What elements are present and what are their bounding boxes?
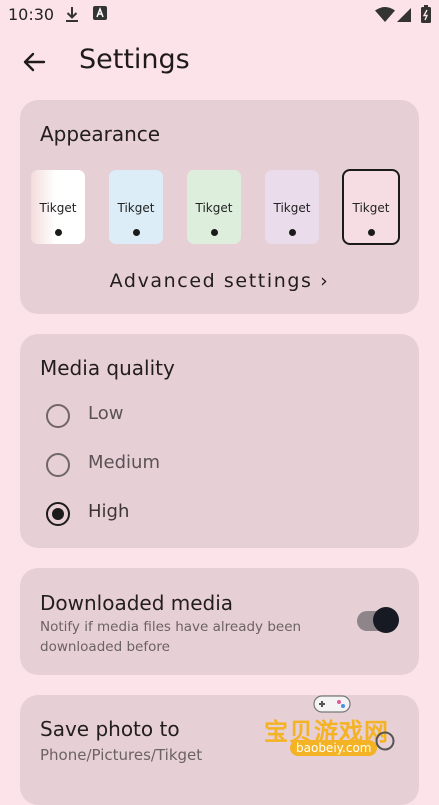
save-photo-title: Save photo to	[40, 717, 180, 741]
theme-swatch-dot	[289, 229, 296, 236]
downloaded-media-title: Downloaded media	[40, 591, 234, 615]
theme-swatch-dot	[211, 229, 218, 236]
downloaded-media-card: Downloaded media Notify if media files h…	[20, 568, 419, 675]
downloaded-media-description: Notify if media files have already been …	[40, 619, 302, 655]
theme-swatch-label: Tikget	[117, 201, 155, 215]
advanced-settings-link[interactable]: Advanced settings ›	[20, 270, 419, 292]
radio-option-low[interactable]: Low	[46, 400, 296, 434]
radio-button[interactable]	[46, 404, 70, 428]
theme-swatch-5-selected[interactable]: Tikget	[342, 169, 400, 245]
radio-label: Low	[88, 403, 124, 424]
signal-icon	[397, 8, 411, 22]
notification-icon	[93, 6, 107, 20]
theme-swatch-4[interactable]: Tikget	[265, 170, 319, 244]
radio-option-high[interactable]: High	[46, 498, 296, 532]
top-app-bar: Settings	[0, 38, 439, 86]
page-title: Settings	[79, 44, 190, 75]
status-bar: 10:30	[0, 0, 439, 30]
theme-swatch-label: Tikget	[273, 201, 311, 215]
theme-swatch-dot	[133, 229, 140, 236]
theme-swatch-dot	[55, 229, 62, 236]
theme-swatch-label: Tikget	[195, 201, 233, 215]
save-photo-card[interactable]: Save photo to Phone/Pictures/Tikget	[20, 695, 419, 805]
save-photo-path: Phone/Pictures/Tikget	[40, 746, 203, 764]
wifi-icon	[375, 7, 395, 22]
theme-swatch-1[interactable]: Tikget	[31, 170, 85, 244]
radio-button[interactable]	[46, 453, 70, 477]
media-quality-title: Media quality	[40, 356, 175, 380]
radio-label: High	[88, 501, 130, 522]
radio-selected-dot	[52, 508, 64, 520]
toggle-knob	[373, 607, 399, 633]
theme-swatch-3[interactable]: Tikget	[187, 170, 241, 244]
radio-button-selected[interactable]	[46, 502, 70, 526]
back-arrow-icon[interactable]	[20, 48, 48, 76]
appearance-card: Appearance Tikget Tikget Tikget Tikget T…	[20, 100, 419, 314]
battery-icon	[421, 5, 431, 23]
radio-option-medium[interactable]: Medium	[46, 449, 296, 483]
theme-swatch-2[interactable]: Tikget	[109, 170, 163, 244]
media-quality-card: Media quality Low Medium High	[20, 334, 419, 548]
theme-swatch-label: Tikget	[352, 201, 390, 215]
radio-label: Medium	[88, 452, 160, 473]
theme-swatch-label: Tikget	[39, 201, 77, 215]
theme-swatch-dot	[368, 229, 375, 236]
download-icon	[66, 7, 78, 22]
status-time: 10:30	[8, 5, 55, 24]
appearance-title: Appearance	[40, 122, 161, 146]
downloaded-media-toggle[interactable]	[357, 607, 399, 633]
